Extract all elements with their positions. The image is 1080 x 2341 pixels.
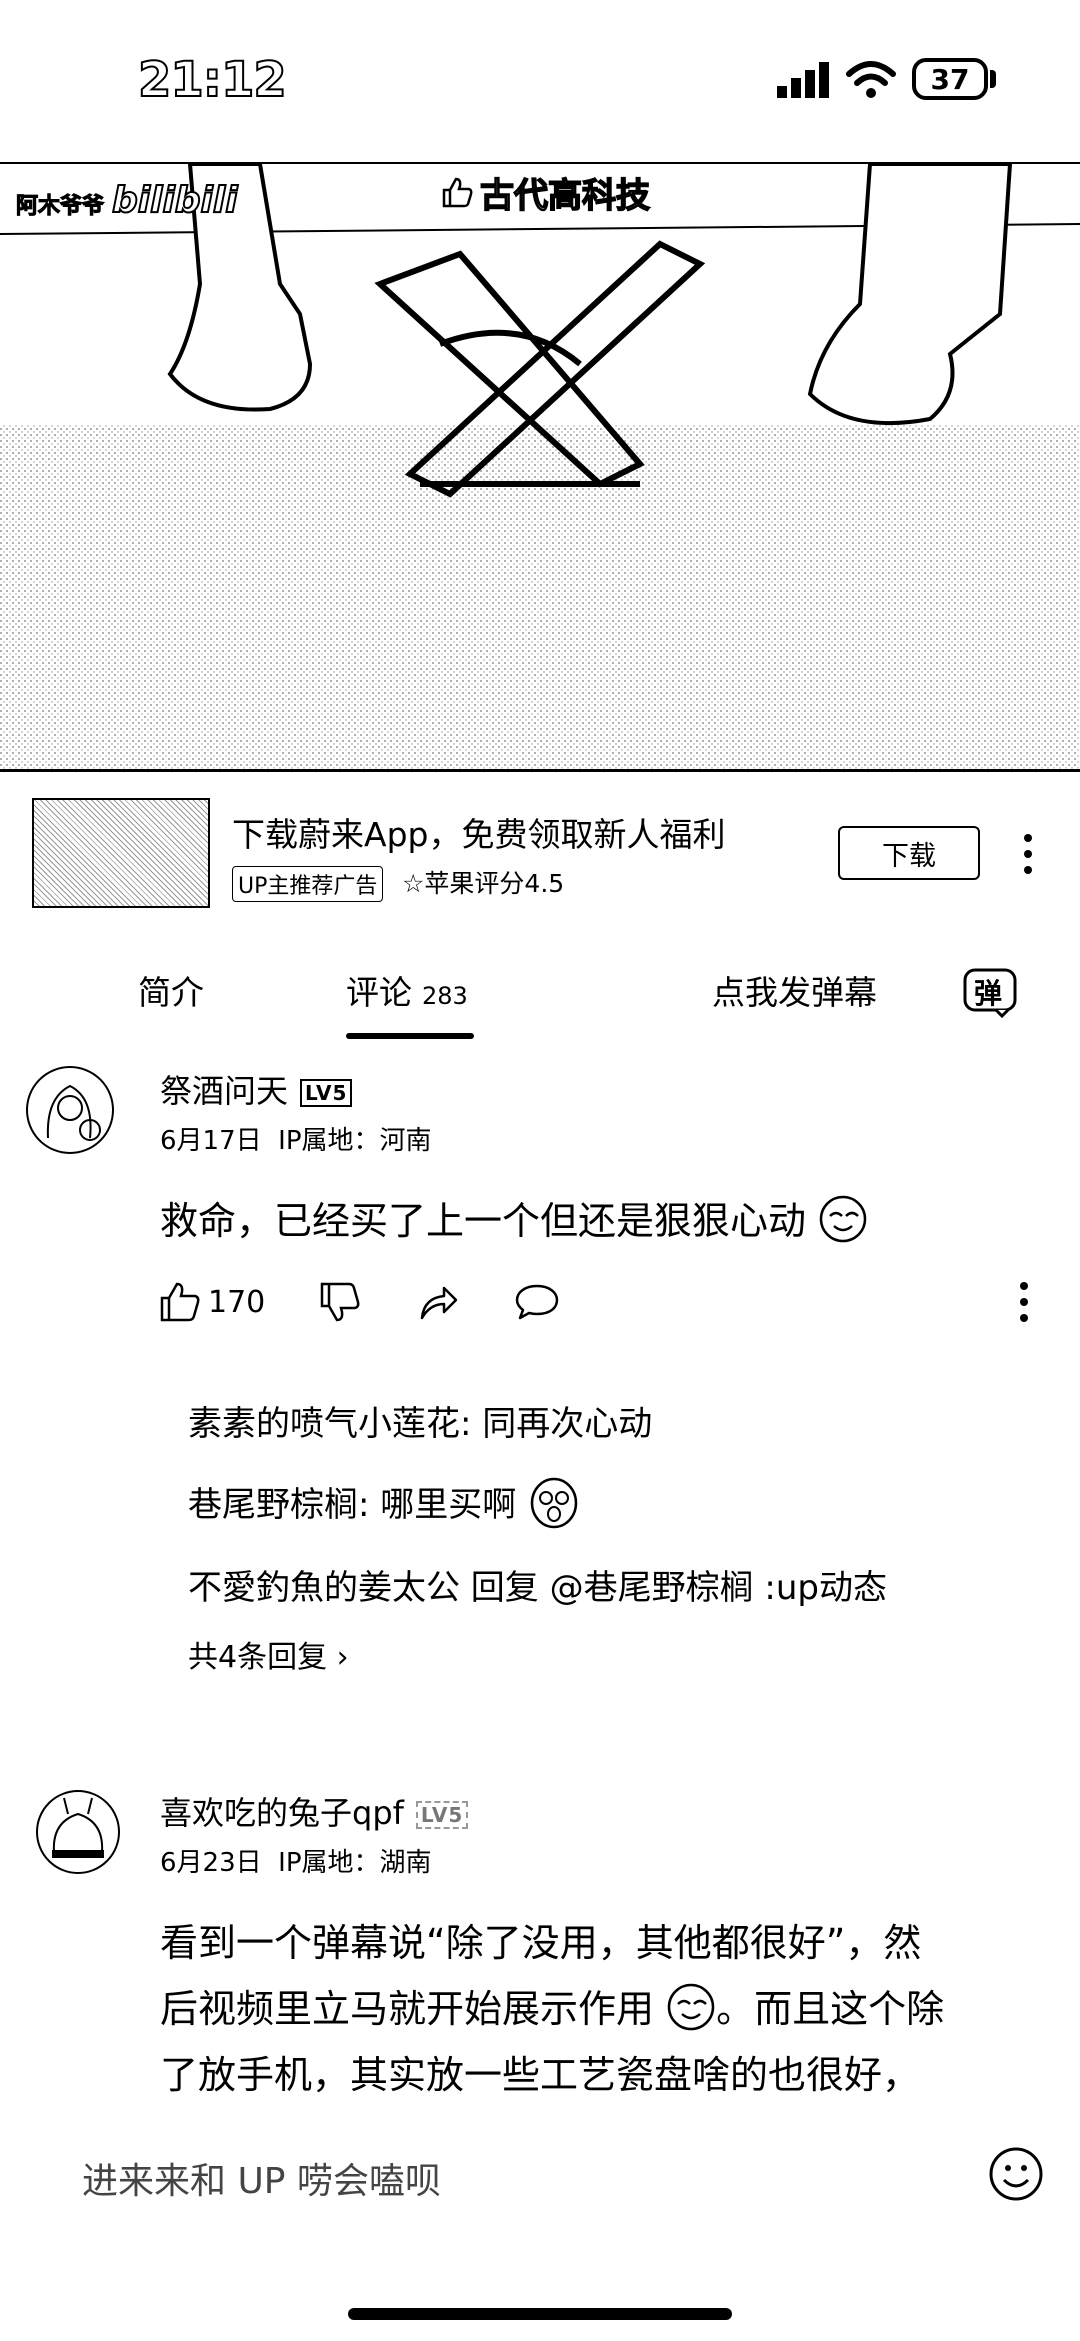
comment-meta: 6月23日 IP属地：湖南 — [160, 1842, 432, 1879]
reply-author[interactable]: 不愛釣魚的姜太公 — [188, 1568, 460, 1608]
tab-intro[interactable]: 简介 — [138, 966, 204, 1014]
dislike-icon[interactable] — [318, 1280, 362, 1324]
bilibili-logo: bilibili — [111, 179, 239, 222]
comment-ip: IP属地：河南 — [278, 1126, 432, 1156]
video-player[interactable] — [0, 162, 1080, 772]
tab-comments-label: 评论 — [346, 973, 412, 1012]
comment-ip: IP属地：湖南 — [278, 1848, 432, 1878]
avatar-rabbit — [52, 1797, 104, 1858]
emoji-picker-icon[interactable] — [988, 2146, 1044, 2202]
video-frame — [0, 164, 1080, 769]
battery-tip — [990, 70, 996, 88]
home-indicator[interactable] — [348, 2308, 732, 2320]
reply-icon[interactable] — [514, 1280, 560, 1324]
avatar[interactable] — [26, 1066, 114, 1154]
more-options-icon[interactable] — [1018, 832, 1038, 876]
channel-name: 阿木爷爷 — [15, 194, 105, 220]
ad-rating: ☆苹果评分4.5 — [402, 869, 565, 898]
reply-text: 回复 @巷尾野棕榈 :up动态 — [460, 1568, 888, 1608]
comment-content: 看到一个弹幕说“除了没用，其他都很好”，然 后视频里立马就开始展示作用 。而且这… — [160, 1910, 1040, 2108]
cellular-signal-icon — [777, 62, 829, 98]
comment-content: 救命，已经买了上一个但还是狠狠心动 — [160, 1190, 868, 1245]
comment-line-text: 后视频里立马就开始展示作用 — [160, 1987, 655, 2031]
avatar-portrait — [46, 1084, 101, 1141]
level-badge: LV5 — [300, 1079, 353, 1107]
reply-author[interactable]: 素素的喷气小莲花 — [188, 1404, 460, 1444]
video-tag: 古代高科技 — [440, 168, 651, 217]
danmaku-send-button[interactable]: 点我发弹幕 — [712, 966, 877, 1014]
emoji-icon — [819, 1195, 867, 1243]
ad-title[interactable]: 下载蔚来App，免费领取新人福利 — [232, 808, 725, 856]
status-time: 21:12 — [137, 51, 288, 109]
avatar[interactable] — [36, 1790, 120, 1874]
comment-date: 6月23日 — [160, 1848, 262, 1878]
comment-line: 后视频里立马就开始展示作用 。而且这个除 — [160, 1976, 1040, 2042]
comment-date: 6月17日 — [160, 1126, 262, 1156]
view-replies-link[interactable]: 共4条回复 › — [188, 1632, 349, 1676]
comment-more-icon[interactable] — [1016, 1280, 1032, 1324]
danmaku-icon-label: 弹 — [974, 977, 1003, 1010]
thumbs-up-icon — [160, 1282, 200, 1322]
emoji-icon — [667, 1983, 715, 2031]
comment-line: 看到一个弹幕说“除了没用，其他都很好”，然 — [160, 1921, 922, 1965]
reply-text: : 哪里买啊 — [358, 1485, 517, 1525]
like-button[interactable]: 170 — [158, 1280, 265, 1324]
like-count: 170 — [208, 1284, 266, 1320]
reply-item[interactable]: 素素的喷气小莲花: 同再次心动 — [188, 1396, 652, 1445]
comment-line-tail: 。而且这个除 — [716, 1987, 945, 2031]
reply-author[interactable]: 巷尾野棕榈 — [188, 1485, 358, 1525]
comment-username[interactable]: 祭酒问天 LV5 — [160, 1066, 353, 1112]
comment-line: 了放手机，其实放一些工艺瓷盘啥的也很好， — [160, 2053, 921, 2097]
comment-username-text: 祭酒问天 — [160, 1072, 289, 1110]
reply-item[interactable]: 巷尾野棕榈: 哪里买啊 — [188, 1476, 581, 1530]
share-icon[interactable] — [416, 1280, 460, 1324]
level-badge: LV5 — [415, 1801, 469, 1829]
comment-username[interactable]: 喜欢吃的兔子qpf LV5 — [160, 1788, 469, 1834]
tab-comments-count: 283 — [422, 982, 468, 1010]
tab-comments[interactable]: 评论 283 — [346, 966, 468, 1014]
comment-text: 救命，已经买了上一个但还是狠狠心动 — [160, 1199, 807, 1243]
comment-input[interactable]: 进来来和 UP 唠会嗑呗 — [82, 2152, 441, 2204]
reply-item[interactable]: 不愛釣魚的姜太公 回复 @巷尾野棕榈 :up动态 — [188, 1560, 887, 1609]
danmaku-icon[interactable]: 弹 — [962, 962, 1018, 1019]
ad-thumbnail[interactable] — [32, 798, 210, 908]
tab-active-indicator — [346, 1033, 474, 1039]
battery-indicator: 37 — [912, 58, 988, 100]
ad-download-button[interactable]: 下载 — [838, 826, 980, 880]
wifi-icon — [846, 61, 896, 98]
scared-emoji-icon — [530, 1477, 578, 1529]
thumbs-up-icon — [442, 177, 473, 207]
reply-text: : 同再次心动 — [460, 1404, 653, 1444]
ad-badge: UP主推荐广告 — [232, 866, 384, 902]
comment-meta: 6月17日 IP属地：河南 — [160, 1120, 432, 1157]
comment-username-text: 喜欢吃的兔子qpf — [160, 1794, 404, 1832]
video-tag-text: 古代高科技 — [479, 175, 651, 217]
